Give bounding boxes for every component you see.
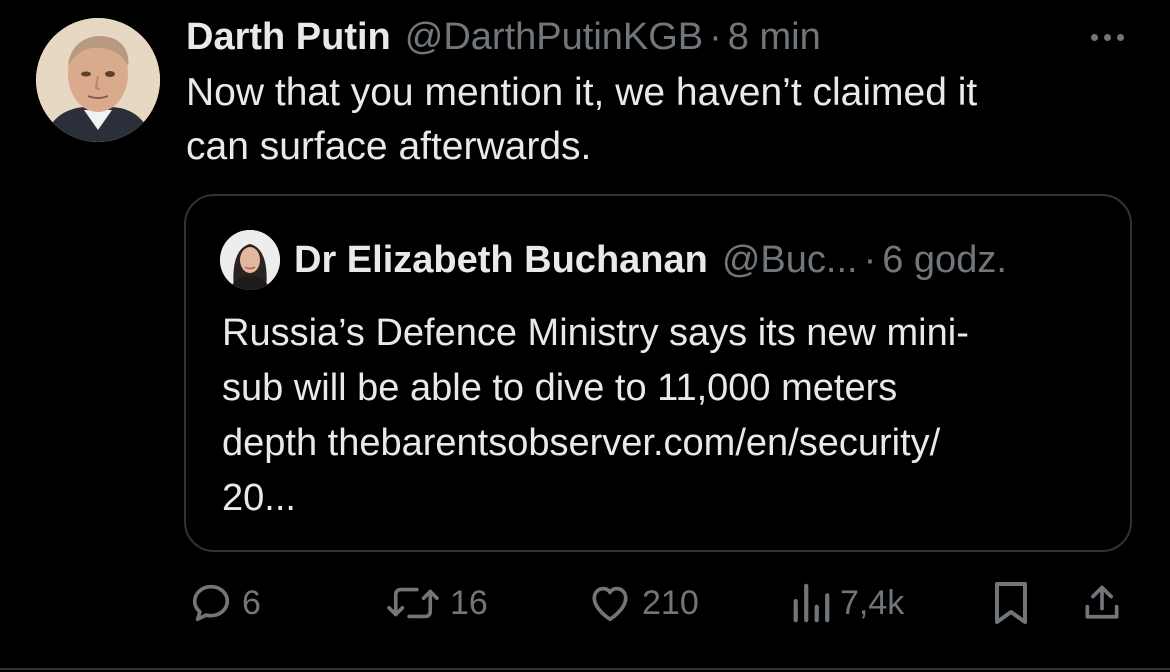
quote-header-separator: ·: [863, 238, 877, 281]
more-horizontal-icon: [1090, 33, 1098, 41]
heart-icon: [592, 586, 628, 622]
quote-author-avatar-image: [220, 230, 280, 290]
reply-button[interactable]: 6: [188, 574, 261, 632]
like-count: 210: [642, 583, 699, 622]
quote-text-line: Russia’s Defence Ministry says its new m…: [222, 312, 969, 354]
views-count: 7,4k: [840, 583, 905, 622]
more-options-button[interactable]: [1082, 22, 1132, 52]
share-button[interactable]: [1080, 574, 1124, 632]
tweet-actions: 6 16 210 7,4k: [0, 574, 1170, 632]
tweet-text-line: can surface afterwards.: [186, 125, 592, 168]
author-name[interactable]: Darth Putin: [186, 16, 391, 59]
quote-text-line: 20...: [222, 477, 296, 519]
tweet-text-line: Now that you mention it, we haven’t clai…: [186, 71, 978, 114]
author-handle[interactable]: @DarthPutinKGB: [405, 16, 703, 59]
bookmark-icon: [995, 582, 1027, 624]
tweet-timestamp[interactable]: 8 min: [728, 16, 821, 59]
quote-header: Dr Elizabeth Buchanan @Buc... · 6 godz.: [294, 234, 1007, 286]
header-separator: ·: [709, 15, 722, 58]
quote-author-handle[interactable]: @Buc...: [722, 239, 858, 282]
more-dot: [1116, 33, 1124, 41]
share-icon: [1085, 585, 1119, 619]
author-avatar-image: [36, 18, 160, 142]
quote-avatar[interactable]: [220, 230, 280, 290]
quote-text-line: sub will be able to dive to 11,000 meter…: [222, 367, 898, 409]
tweet-text: Now that you mention it, we haven’t clai…: [186, 66, 1126, 174]
divider: [0, 668, 1170, 670]
quote-text: Russia’s Defence Ministry says its new m…: [222, 306, 1102, 526]
tweet-header: Darth Putin @DarthPutinKGB · 8 min: [186, 12, 821, 62]
reply-count: 6: [242, 583, 261, 622]
quote-author-name[interactable]: Dr Elizabeth Buchanan: [294, 239, 708, 282]
views-button[interactable]: 7,4k: [790, 574, 904, 632]
tweet[interactable]: Darth Putin @DarthPutinKGB · 8 min Now t…: [0, 0, 1170, 672]
quoted-tweet-card[interactable]: Dr Elizabeth Buchanan @Buc... · 6 godz. …: [184, 194, 1132, 552]
bookmark-button[interactable]: [990, 574, 1032, 632]
like-button[interactable]: 210: [586, 574, 699, 632]
views-chart-icon: [793, 583, 830, 623]
avatar[interactable]: [36, 18, 160, 142]
quote-timestamp[interactable]: 6 godz.: [882, 239, 1007, 282]
reply-icon: [192, 584, 230, 622]
repost-count: 16: [450, 583, 488, 622]
repost-button[interactable]: 16: [384, 574, 488, 632]
repost-icon: [387, 587, 439, 619]
more-dot: [1103, 33, 1111, 41]
quote-text-line: depth thebarentsobserver.com/en/security…: [222, 422, 941, 464]
